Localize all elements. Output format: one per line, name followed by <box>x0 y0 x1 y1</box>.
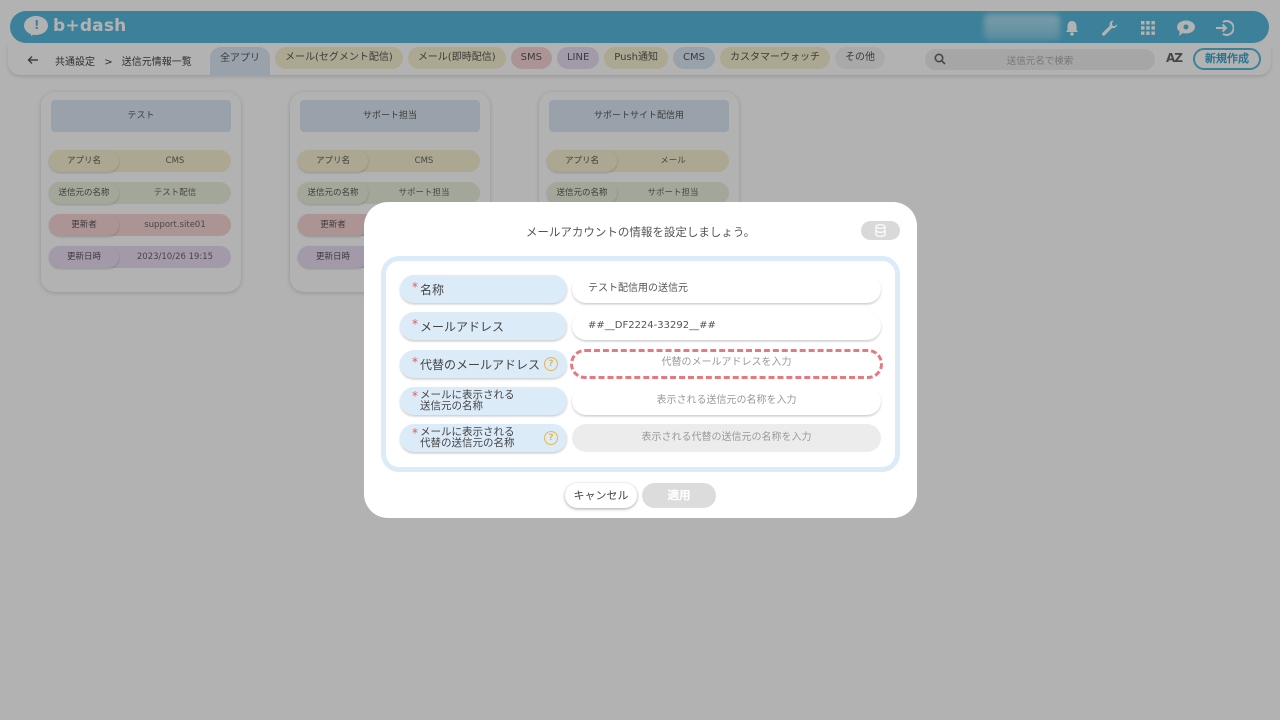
required-mark: * <box>412 355 418 369</box>
form-row-alt-email: * 代替のメールアドレス ? 代替のメールアドレスを入力 <box>400 349 887 379</box>
modal-title: メールアカウントの情報を設定しましょう。 <box>525 225 756 239</box>
email-label: * メールアドレス <box>400 312 567 340</box>
form-row-alt-display-name: * メールに表示される 代替の送信元の名称 ? 表示される代替の送信元の名称を入力 <box>400 424 887 452</box>
required-mark: * <box>412 389 418 403</box>
required-mark: * <box>412 280 418 294</box>
cancel-button[interactable]: キャンセル <box>565 483 637 508</box>
alt-display-name-input: 表示される代替の送信元の名称を入力 <box>572 424 881 452</box>
form-row-display-name: * メールに表示される 送信元の名称 表示される送信元の名称を入力 <box>400 387 887 415</box>
account-form: * 名称 テスト配信用の送信元 * メールアドレス ##__DF2224-332… <box>381 256 900 472</box>
display-name-input[interactable]: 表示される送信元の名称を入力 <box>572 387 881 415</box>
email-input[interactable]: ##__DF2224-33292__## <box>572 312 881 340</box>
name-label: * 名称 <box>400 275 567 303</box>
display-name-label: * メールに表示される 送信元の名称 <box>400 387 567 415</box>
help-icon[interactable]: ? <box>544 357 558 371</box>
apply-button[interactable]: 適用 <box>642 483 716 508</box>
mail-account-modal: メールアカウントの情報を設定しましょう。 * 名称 テスト配信用の送信元 * メ… <box>364 202 917 518</box>
alt-display-name-label: * メールに表示される 代替の送信元の名称 ? <box>400 424 567 452</box>
help-icon[interactable]: ? <box>544 431 558 445</box>
alt-email-input[interactable]: 代替のメールアドレスを入力 <box>570 349 883 379</box>
form-row-name: * 名称 テスト配信用の送信元 <box>400 275 887 303</box>
database-button[interactable] <box>861 221 900 240</box>
form-row-email: * メールアドレス ##__DF2224-33292__## <box>400 312 887 340</box>
database-icon <box>875 224 886 237</box>
required-mark: * <box>412 317 418 331</box>
required-mark: * <box>412 426 418 440</box>
alt-email-label: * 代替のメールアドレス ? <box>400 350 567 378</box>
name-input[interactable]: テスト配信用の送信元 <box>572 275 881 303</box>
